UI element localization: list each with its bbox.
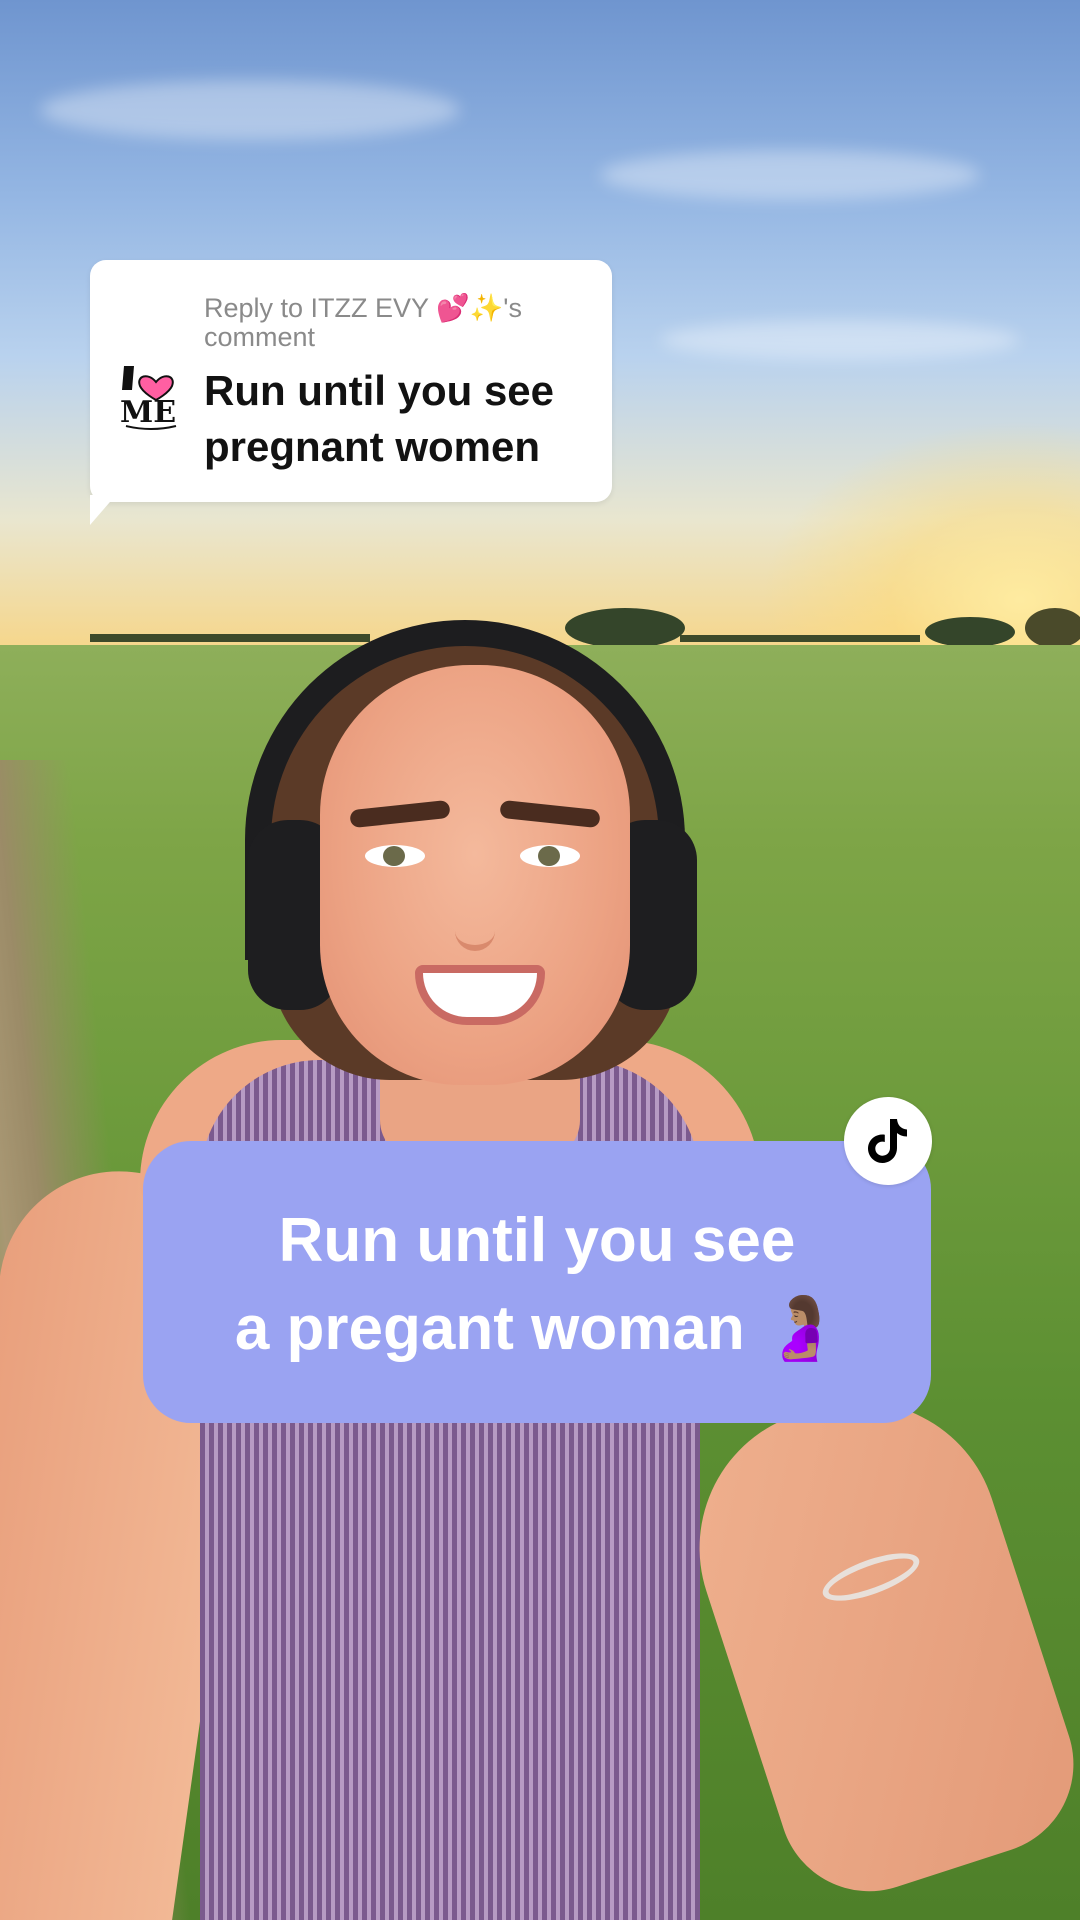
face [320,665,630,1085]
nose [455,885,495,951]
tiktok-icon [868,1119,907,1163]
eyebrow [349,799,451,829]
tiktok-badge[interactable] [844,1097,932,1185]
caption-line-2-text: a pregant woman [234,1294,745,1363]
smile [415,965,545,1025]
reply-comment-card[interactable]: ME Reply to ITZZ EVY 💕✨'s comment Run un… [90,260,612,502]
eye [520,845,580,867]
eyebrow [499,799,601,829]
i-heart-me-logo-icon: ME [120,366,177,430]
reply-card-tail [90,495,116,525]
right-arm [663,1365,1080,1915]
pregnant-woman-emoji: 🤰🏽 [761,1294,840,1363]
caption-line-2: a pregant woman 🤰🏽 [143,1285,931,1373]
caption-bubble[interactable]: Run until you see a pregant woman 🤰🏽 [143,1141,931,1423]
caption-text: Run until you see a pregant woman 🤰🏽 [143,1197,931,1373]
reply-to-label: Reply to ITZZ EVY 💕✨'s comment [204,293,522,352]
caption-line-1: Run until you see [278,1206,796,1275]
eye [365,845,425,867]
reply-comment-text: Run until you see pregnant women [204,367,555,470]
svg-text:ME: ME [120,395,176,430]
